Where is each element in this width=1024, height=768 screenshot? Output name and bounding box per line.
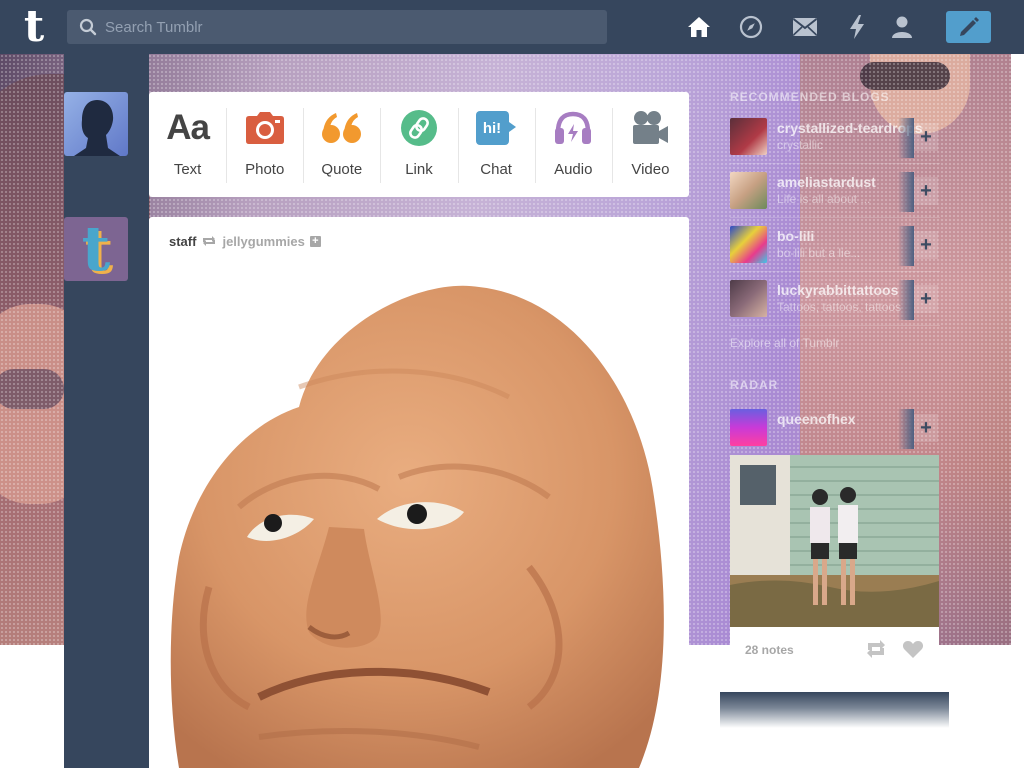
recommended-blog[interactable]: bo-lili bo-lili but a lie... + bbox=[730, 226, 940, 266]
post-type-label: Audio bbox=[554, 161, 593, 178]
post-type-label: Quote bbox=[321, 161, 363, 178]
blog-title: Tattoos, tattoos, tattoos bbox=[777, 300, 902, 314]
dashboard-column bbox=[64, 54, 149, 768]
follow-blog-button[interactable]: + bbox=[914, 123, 938, 151]
notes-count[interactable]: 28 notes bbox=[745, 643, 794, 657]
blog-avatar[interactable] bbox=[730, 118, 767, 155]
follow-blog-button[interactable]: + bbox=[914, 285, 938, 313]
blog-avatar[interactable] bbox=[730, 409, 767, 446]
post-type-label: Video bbox=[631, 161, 670, 178]
blog-name[interactable]: luckyrabbittattoos bbox=[777, 282, 898, 298]
recommended-blog[interactable]: ameliastardust Life is all about ... + bbox=[730, 172, 940, 212]
post-type-video[interactable]: Video bbox=[611, 92, 689, 197]
search-input[interactable] bbox=[105, 10, 595, 44]
blog-title: crystallic bbox=[777, 138, 824, 152]
post-type-quote[interactable]: Quote bbox=[303, 92, 380, 197]
divider bbox=[730, 325, 940, 326]
follow-blog-button[interactable]: + bbox=[914, 177, 938, 205]
sidebar-banner bbox=[720, 692, 949, 728]
divider bbox=[730, 217, 940, 218]
staff-avatar[interactable]: t bbox=[64, 217, 128, 281]
post-type-bar: Aa Text Photo Quote Link hi! Chat Audio bbox=[149, 92, 689, 197]
blog-name[interactable]: ameliastardust bbox=[777, 174, 876, 190]
post-source-link[interactable]: jellygummies bbox=[222, 234, 304, 249]
lightning-icon[interactable] bbox=[843, 13, 871, 41]
text-icon: Aa bbox=[166, 108, 210, 147]
tumblr-logo[interactable]: t bbox=[14, 4, 54, 50]
recommended-blog[interactable]: crystallized-teardrops crystallic + bbox=[730, 118, 940, 158]
headphones-icon bbox=[551, 106, 595, 150]
blog-title: Life is all about ... bbox=[777, 192, 871, 206]
search-icon bbox=[79, 18, 97, 36]
mail-icon[interactable] bbox=[791, 13, 819, 41]
radar-post-photo[interactable] bbox=[730, 455, 939, 627]
compass-icon[interactable] bbox=[737, 13, 765, 41]
divider bbox=[730, 271, 940, 272]
svg-text:hi!: hi! bbox=[483, 120, 501, 137]
blog-name[interactable]: bo-lili bbox=[777, 228, 814, 244]
post-header: staff jellygummies + bbox=[169, 233, 321, 249]
follow-button[interactable]: + bbox=[309, 235, 321, 247]
quote-icon bbox=[320, 106, 364, 150]
blog-name[interactable]: queenofhex bbox=[777, 411, 856, 427]
radar-blog[interactable]: queenofhex + bbox=[730, 409, 940, 449]
blog-avatar[interactable] bbox=[730, 226, 767, 263]
post-type-photo[interactable]: Photo bbox=[226, 92, 303, 197]
post-type-label: Photo bbox=[245, 161, 285, 178]
divider bbox=[730, 163, 940, 164]
video-camera-icon bbox=[628, 106, 672, 150]
radar-heading: Radar bbox=[730, 378, 779, 392]
post-type-label: Chat bbox=[480, 161, 512, 178]
person-icon[interactable] bbox=[888, 13, 916, 41]
user-avatar[interactable] bbox=[64, 92, 128, 156]
chat-icon: hi! bbox=[474, 106, 518, 150]
explore-link[interactable]: Explore all of Tumblr bbox=[730, 336, 839, 350]
pencil-icon bbox=[959, 17, 979, 36]
post-type-audio[interactable]: Audio bbox=[534, 92, 612, 197]
radar-post-card: 28 notes bbox=[730, 455, 939, 670]
post-type-label: Link bbox=[405, 161, 433, 178]
camera-icon bbox=[243, 106, 287, 150]
post-type-chat[interactable]: hi! Chat bbox=[457, 92, 535, 197]
blog-avatar[interactable] bbox=[730, 280, 767, 317]
reblog-icon[interactable] bbox=[865, 638, 887, 660]
compose-button[interactable] bbox=[946, 11, 991, 43]
link-icon bbox=[397, 106, 441, 150]
blog-title: bo-lili but a lie... bbox=[777, 246, 861, 260]
follow-blog-button[interactable]: + bbox=[914, 231, 938, 259]
post-type-label: Text bbox=[173, 161, 202, 178]
reblog-icon bbox=[203, 236, 216, 246]
follow-blog-button[interactable]: + bbox=[914, 414, 938, 442]
post-photo[interactable] bbox=[149, 267, 689, 768]
recommended-blogs-heading: Recommended Blogs bbox=[730, 90, 890, 104]
top-navigation-bar: t bbox=[0, 0, 1024, 54]
post-type-text[interactable]: Aa Text bbox=[149, 92, 226, 197]
heart-icon[interactable] bbox=[902, 638, 924, 660]
search-box[interactable] bbox=[67, 10, 607, 44]
post-type-link[interactable]: Link bbox=[380, 92, 457, 197]
post-author-link[interactable]: staff bbox=[169, 234, 196, 249]
dashboard-post: staff jellygummies + bbox=[149, 217, 689, 768]
home-icon[interactable] bbox=[685, 13, 713, 41]
recommended-blog[interactable]: luckyrabbittattoos Tattoos, tattoos, tat… bbox=[730, 280, 940, 320]
blog-avatar[interactable] bbox=[730, 172, 767, 209]
